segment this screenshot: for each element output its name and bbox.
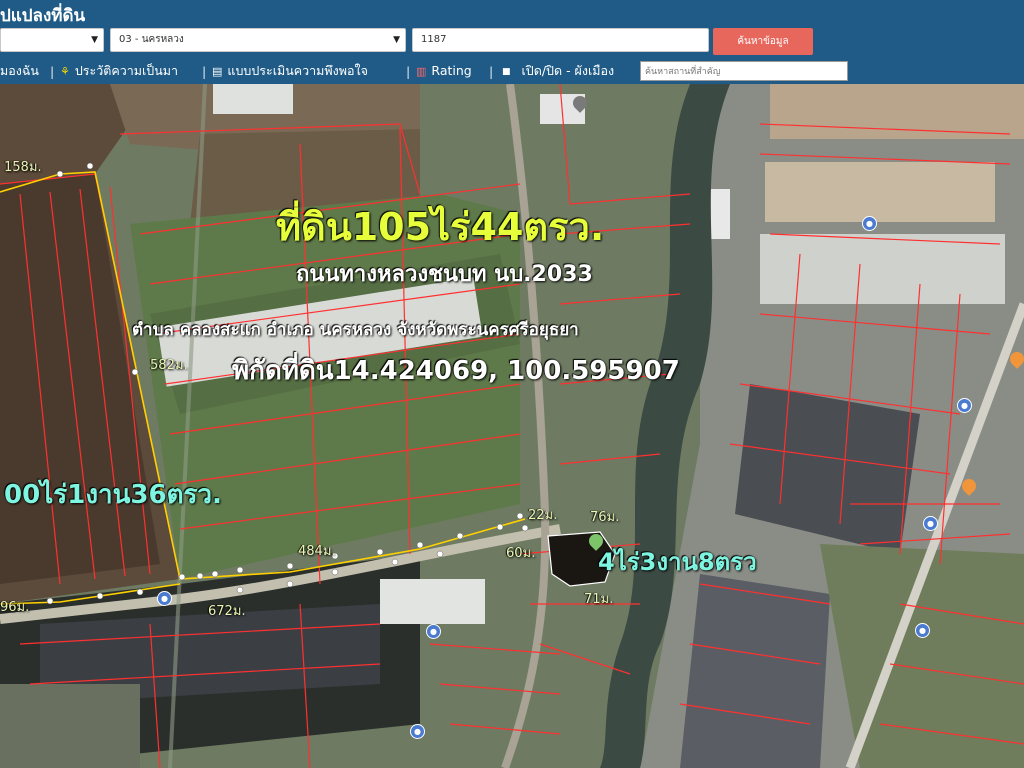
toolbar-item-label: Rating [431, 63, 472, 78]
place-marker-icon[interactable]: ● [410, 724, 425, 739]
land-headline: ที่ดิน105ไร่44ตรว. [276, 205, 605, 249]
deed-number-input[interactable]: 1187 [412, 28, 709, 52]
dimension-label: 96ม. [0, 600, 30, 615]
province-select[interactable]: ▼ [0, 28, 104, 52]
toolbar-separator: | [50, 64, 55, 79]
district-select[interactable]: 03 - นครหลวง ▼ [110, 28, 406, 52]
right-plot-area-label: 4ไร่3งาน8ตรว [598, 548, 757, 576]
header-bar: ปแปลงที่ดิน ▼ 03 - นครหลวง ▼ 1187 ค้นหาข… [0, 0, 1024, 84]
dimension-label: 76ม. [590, 510, 620, 525]
page-title: ปแปลงที่ดิน [0, 6, 86, 26]
place-marker-icon[interactable]: ● [157, 591, 172, 606]
dimension-label: 158ม. [4, 160, 42, 175]
toolbar-separator: | [489, 64, 494, 79]
left-plot-area-label: 00ไร่1งาน36ตรว. [4, 480, 222, 510]
dimension-label: 71ม. [584, 592, 614, 607]
place-marker-icon[interactable]: ● [426, 624, 441, 639]
coordinates-label: พิกัดที่ดิน14.424069, 100.595907 [232, 356, 680, 386]
road-label: ถนนทางหลวงชนบท นบ.2033 [296, 262, 593, 287]
place-marker-icon[interactable]: ● [915, 623, 930, 638]
document-icon: ▤ [212, 64, 223, 78]
toolbar-item-history[interactable]: ⚘ ประวัติความเป็นมา [60, 60, 178, 84]
toolbar-item-label: ประวัติความเป็นมา [74, 63, 179, 78]
sprout-icon: ⚘ [60, 64, 70, 78]
dimension-label: 60ม. [506, 546, 536, 561]
satellite-map [0, 84, 1024, 768]
toolbar-item-locate[interactable]: มองฉัน [0, 60, 39, 84]
poi-search-input[interactable] [640, 61, 848, 81]
toolbar-item-zoning-toggle[interactable]: ■ เปิด/ปิด - ผังเมือง [502, 60, 614, 84]
place-marker-icon[interactable]: ● [957, 398, 972, 413]
location-label: ตำบล คลองสะแก อำเภอ นครหลวง จังหวัดพระนค… [132, 320, 579, 340]
chevron-down-icon: ▼ [91, 35, 98, 45]
toolbar-item-survey[interactable]: ▤ แบบประเมินความพึงพอใจ [212, 60, 368, 84]
place-marker-icon[interactable]: ● [862, 216, 877, 231]
toolbar-item-rating[interactable]: ▥ Rating [416, 60, 472, 84]
checkbox-icon[interactable]: ■ [502, 61, 511, 83]
dimension-label: 22ม. [528, 508, 558, 523]
toolbar-item-label: มองฉัน [0, 63, 39, 78]
dimension-label: 582ม. [150, 358, 188, 373]
map-view[interactable]: ● ● ● ● ● ● ● ที่ดิน105ไร่44ตรว. ถนนทางห… [0, 84, 1024, 768]
toolbar-separator: | [202, 64, 207, 79]
search-button[interactable]: ค้นหาข้อมูล [713, 28, 813, 55]
dimension-label: 484ม. [298, 544, 336, 559]
dimension-label: 672ม. [208, 604, 246, 619]
toolbar-item-label: แบบประเมินความพึงพอใจ [227, 63, 368, 78]
district-select-value: 03 - นครหลวง [119, 34, 184, 45]
chevron-down-icon: ▼ [393, 35, 400, 45]
place-marker-icon[interactable]: ● [923, 516, 938, 531]
toolbar-separator: | [406, 64, 411, 79]
toolbar: มองฉัน | ⚘ ประวัติความเป็นมา | ▤ แบบประเมิ… [0, 60, 1024, 84]
deed-number-value: 1187 [421, 34, 447, 45]
chart-icon: ▥ [416, 64, 427, 78]
toolbar-item-label: เปิด/ปิด - ผังเมือง [521, 63, 615, 78]
